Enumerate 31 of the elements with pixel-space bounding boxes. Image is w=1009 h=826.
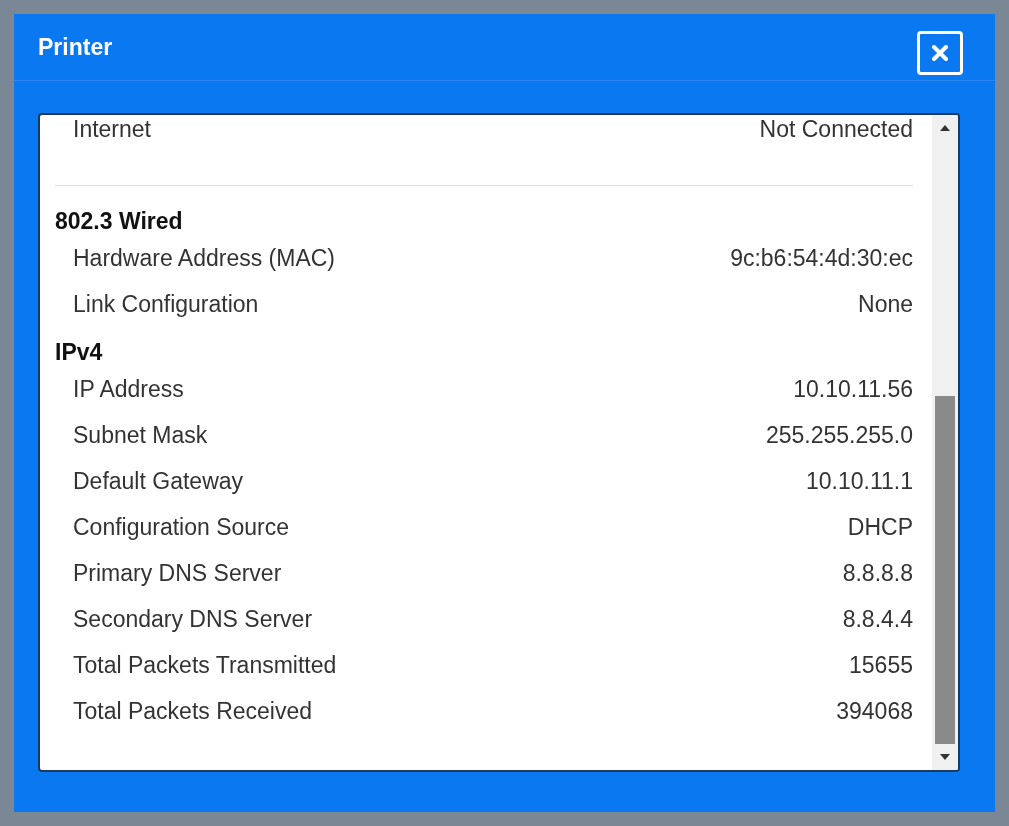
window-title: Printer xyxy=(38,33,113,61)
close-icon xyxy=(932,45,948,61)
scroll-up-icon[interactable] xyxy=(940,125,950,131)
field-value: 255.255.255.0 xyxy=(765,421,913,449)
field-label: Total Packets Transmitted xyxy=(73,651,337,679)
field-label: Subnet Mask xyxy=(73,421,208,449)
field-value: 10.10.11.1 xyxy=(806,467,913,495)
section-heading: IPv4 xyxy=(55,338,104,366)
field-value: 9c:b6:54:4d:30:ec xyxy=(730,244,913,272)
field-value: 8.8.8.8 xyxy=(842,559,913,587)
field-label: Secondary DNS Server xyxy=(73,605,313,633)
field-label: Configuration Source xyxy=(73,513,290,541)
field-label: Primary DNS Server xyxy=(73,559,282,587)
close-button[interactable] xyxy=(917,31,963,75)
scrollbar[interactable] xyxy=(932,115,958,770)
scrollbar-thumb[interactable] xyxy=(935,396,955,744)
field-label: Total Packets Received xyxy=(73,697,313,725)
field-value: None xyxy=(858,290,913,318)
field-value: 8.8.4.4 xyxy=(842,605,913,633)
field-label: IP Address xyxy=(73,375,184,403)
field-value: 15655 xyxy=(849,651,913,679)
scroll-down-icon[interactable] xyxy=(940,754,950,760)
field-label: Link Configuration xyxy=(73,290,259,318)
section-heading: 802.3 Wired xyxy=(55,207,184,235)
field-value: Not Connected xyxy=(759,115,913,143)
field-value: DHCP xyxy=(847,513,913,541)
field-value: 394068 xyxy=(836,697,913,725)
field-label: Default Gateway xyxy=(73,467,244,495)
field-label: Internet xyxy=(73,115,151,143)
field-label: Hardware Address (MAC) xyxy=(73,244,336,272)
field-value: 10.10.11.56 xyxy=(793,375,913,403)
